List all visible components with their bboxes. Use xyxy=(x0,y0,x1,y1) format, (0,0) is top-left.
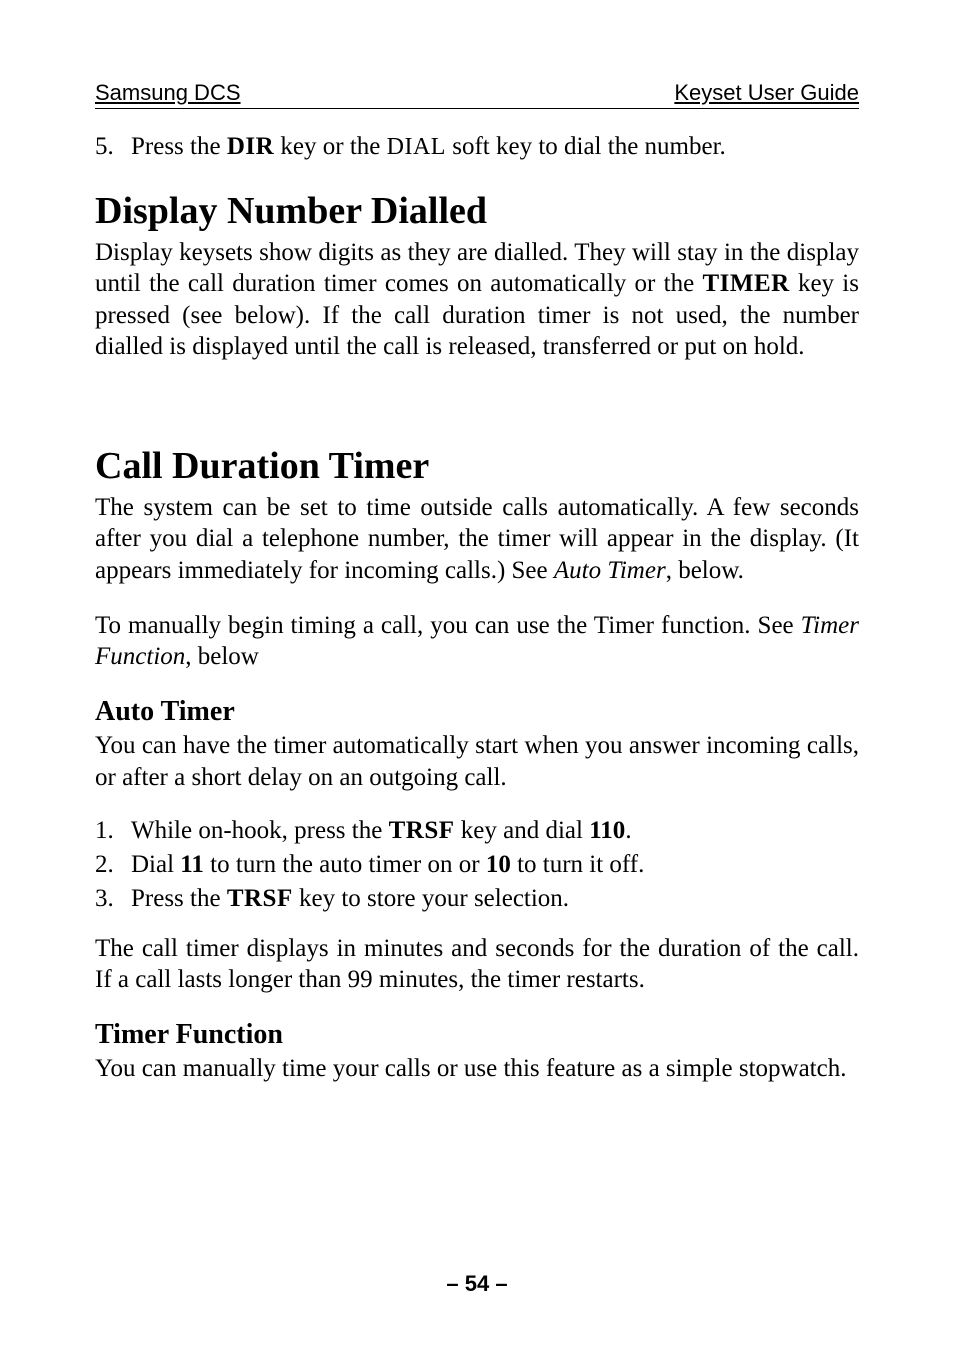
step-text: Press the DIR key or the DIAL soft key t… xyxy=(131,133,726,161)
text-fragment: soft key to dial the number. xyxy=(446,133,726,160)
heading-call-duration-timer: Call Duration Timer xyxy=(95,444,859,488)
para-timer-function: You can manually time your calls or use … xyxy=(95,1053,859,1084)
text-fragment: Press the xyxy=(131,133,227,160)
page-number: – 54 – xyxy=(0,1271,954,1297)
text-fragment: to turn the auto timer on or xyxy=(204,851,486,878)
key-trsf: TRSF xyxy=(227,885,293,912)
key-trsf: TRSF xyxy=(389,817,455,844)
key-timer: TIMER xyxy=(702,270,789,297)
auto-timer-steps: 1. While on-hook, press the TRSF key and… xyxy=(95,817,859,913)
text-fragment: , below xyxy=(185,643,259,670)
step-5: 5. Press the DIR key or the DIAL soft ke… xyxy=(95,133,859,161)
code-11: 11 xyxy=(180,851,204,878)
header-right: Keyset User Guide xyxy=(674,80,859,106)
para-call-duration-1: The system can be set to time outside ca… xyxy=(95,492,859,586)
auto-timer-step-1: 1. While on-hook, press the TRSF key and… xyxy=(95,817,859,845)
text-fragment: While on-hook, press the xyxy=(131,817,389,844)
heading-display-number-dialled: Display Number Dialled xyxy=(95,189,859,233)
step-text: While on-hook, press the TRSF key and di… xyxy=(131,817,632,845)
text-fragment: The system can be set to time outside ca… xyxy=(95,494,859,584)
text-fragment: key or the xyxy=(274,133,386,160)
text-fragment: . xyxy=(625,817,631,844)
step-number: 3. xyxy=(95,885,131,913)
text-fragment: to turn it off. xyxy=(511,851,645,878)
header-left: Samsung DCS xyxy=(95,80,241,106)
auto-timer-step-2: 2. Dial 11 to turn the auto timer on or … xyxy=(95,851,859,879)
text-fragment: To manually begin timing a call, you can… xyxy=(95,612,801,639)
key-dial: DIAL xyxy=(387,134,446,160)
step-text: Press the TRSF key to store your selecti… xyxy=(131,885,569,913)
step-number: 2. xyxy=(95,851,131,879)
page-content: Samsung DCS Keyset User Guide 5. Press t… xyxy=(0,0,954,1159)
step-number: 1. xyxy=(95,817,131,845)
heading-timer-function: Timer Function xyxy=(95,1019,859,1051)
text-fragment: Dial xyxy=(131,851,180,878)
para-call-duration-2: To manually begin timing a call, you can… xyxy=(95,610,859,673)
step-number: 5. xyxy=(95,133,131,161)
text-fragment: Press the xyxy=(131,885,227,912)
text-fragment: , below. xyxy=(666,557,744,584)
step-text: Dial 11 to turn the auto timer on or 10 … xyxy=(131,851,644,879)
text-fragment: key and dial xyxy=(455,817,590,844)
ref-auto-timer: Auto Timer xyxy=(554,557,666,584)
key-dir: DIR xyxy=(227,133,274,160)
para-display-number: Display keysets show digits as they are … xyxy=(95,237,859,362)
auto-timer-step-3: 3. Press the TRSF key to store your sele… xyxy=(95,885,859,913)
heading-auto-timer: Auto Timer xyxy=(95,696,859,728)
page-header: Samsung DCS Keyset User Guide xyxy=(95,80,859,109)
para-auto-timer: You can have the timer automatically sta… xyxy=(95,730,859,793)
para-call-timer-display: The call timer displays in minutes and s… xyxy=(95,933,859,996)
text-fragment: key to store your selection. xyxy=(293,885,569,912)
code-110: 110 xyxy=(589,817,625,844)
code-10: 10 xyxy=(486,851,511,878)
